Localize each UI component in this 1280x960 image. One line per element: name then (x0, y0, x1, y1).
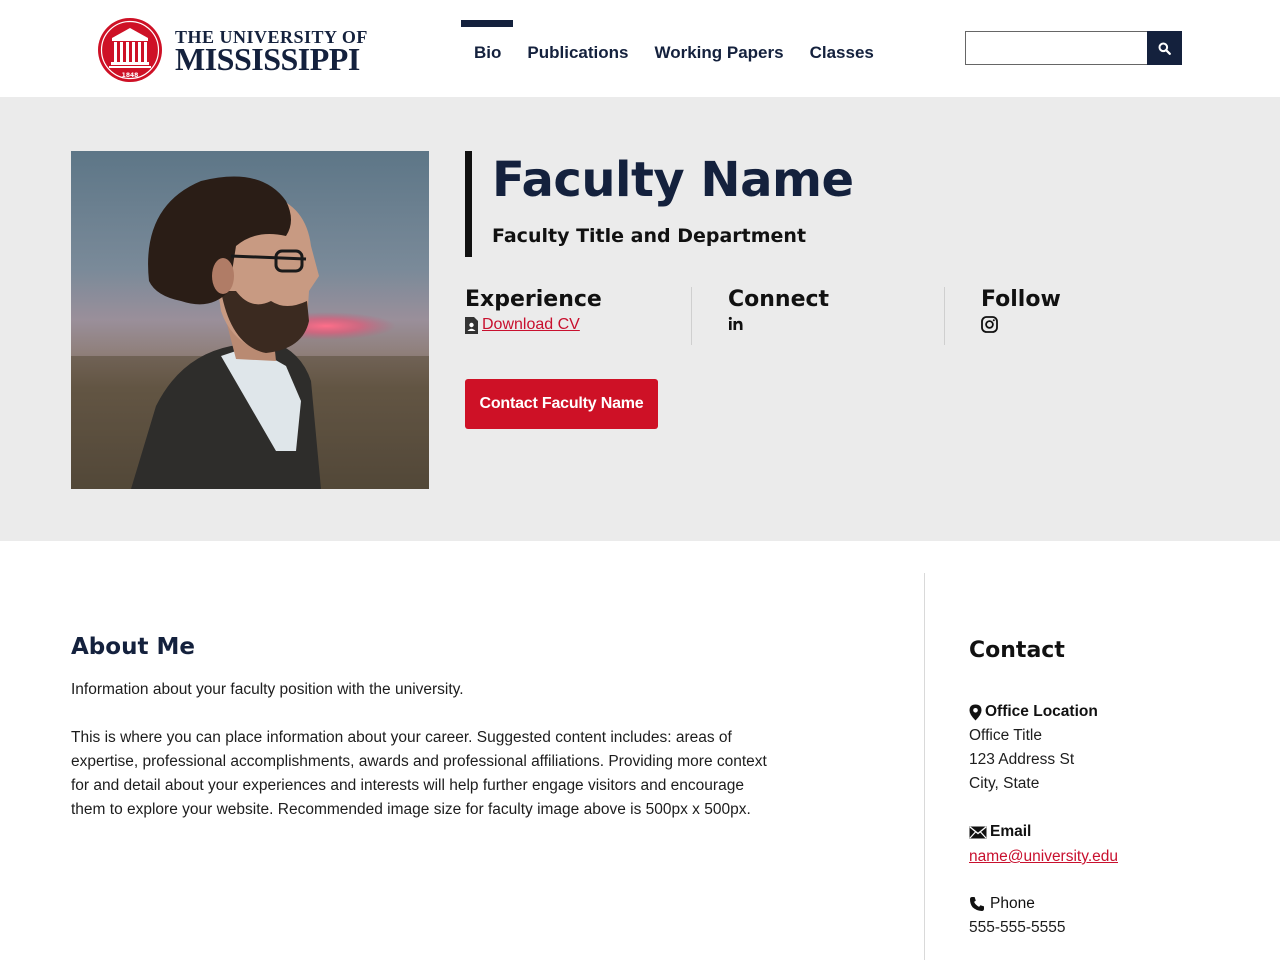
email-label: Email (969, 823, 1031, 841)
university-seal-icon: 1848 (98, 18, 162, 82)
email-link[interactable]: name@university.edu (969, 845, 1118, 869)
faculty-portrait (71, 151, 429, 489)
download-cv-label: Download CV (482, 316, 580, 333)
nav-item-working-papers[interactable]: Working Papers (641, 20, 796, 70)
office-title: Office Title (969, 727, 1042, 744)
search-button[interactable] (1147, 31, 1182, 65)
office-city-state: City, State (969, 775, 1040, 792)
follow-section: Follow (981, 287, 1181, 345)
seal-year: 1848 (122, 72, 139, 79)
about-heading: About Me (71, 634, 195, 660)
faculty-photo (71, 151, 429, 489)
contact-faculty-button[interactable]: Contact Faculty Name (465, 379, 658, 429)
search-icon (1158, 42, 1171, 55)
search-input[interactable] (965, 31, 1148, 65)
info-divider (691, 287, 692, 345)
about-paragraph-2: This is where you can place information … (71, 729, 767, 818)
nav-item-classes[interactable]: Classes (797, 20, 887, 70)
nav-item-bio[interactable]: Bio (461, 20, 514, 70)
phone-icon (970, 897, 984, 911)
download-cv-link[interactable]: Download CV (465, 316, 692, 334)
faculty-title: Faculty Title and Department (492, 225, 807, 247)
search-form (965, 31, 1182, 65)
office-location-label: Office Location (969, 703, 1098, 721)
follow-heading: Follow (981, 287, 1061, 312)
instagram-icon (981, 316, 998, 333)
connect-section: Connect (728, 287, 945, 345)
envelope-icon (969, 825, 987, 838)
phone-label-text: Phone (990, 895, 1035, 912)
main-nav: Bio Publications Working Papers Classes (461, 20, 887, 70)
content-divider (924, 573, 925, 960)
phone-number: 555-555-5555 (969, 919, 1066, 936)
linkedin-icon (728, 316, 743, 330)
profile-hero: Faculty Name Faculty Title and Departmen… (0, 97, 1280, 541)
experience-heading: Experience (465, 287, 602, 312)
connect-heading: Connect (728, 287, 830, 312)
site-header: 1848 THE UNIVERSITY OF MISSISSIPPI Bio P… (0, 0, 1280, 97)
phone-label: Phone (969, 895, 1035, 913)
experience-section: Experience Download CV (465, 287, 692, 345)
name-title-block: Faculty Name Faculty Title and Departmen… (465, 151, 854, 257)
contact-heading: Contact (969, 638, 1065, 663)
nav-item-publications[interactable]: Publications (514, 20, 641, 70)
info-divider (944, 287, 945, 345)
university-logo[interactable]: 1848 THE UNIVERSITY OF MISSISSIPPI (97, 9, 377, 93)
faculty-name: Faculty Name (492, 152, 854, 208)
linkedin-link[interactable] (728, 316, 744, 337)
logo-line-2: MISSISSIPPI (175, 41, 360, 77)
document-icon (465, 316, 478, 334)
email-label-text: Email (990, 823, 1032, 840)
office-location-text: Office Location (985, 703, 1098, 720)
map-pin-icon (969, 704, 982, 720)
instagram-link[interactable] (981, 316, 998, 338)
about-paragraph-1: Information about your faculty position … (71, 681, 464, 698)
office-address: 123 Address St (969, 751, 1075, 768)
